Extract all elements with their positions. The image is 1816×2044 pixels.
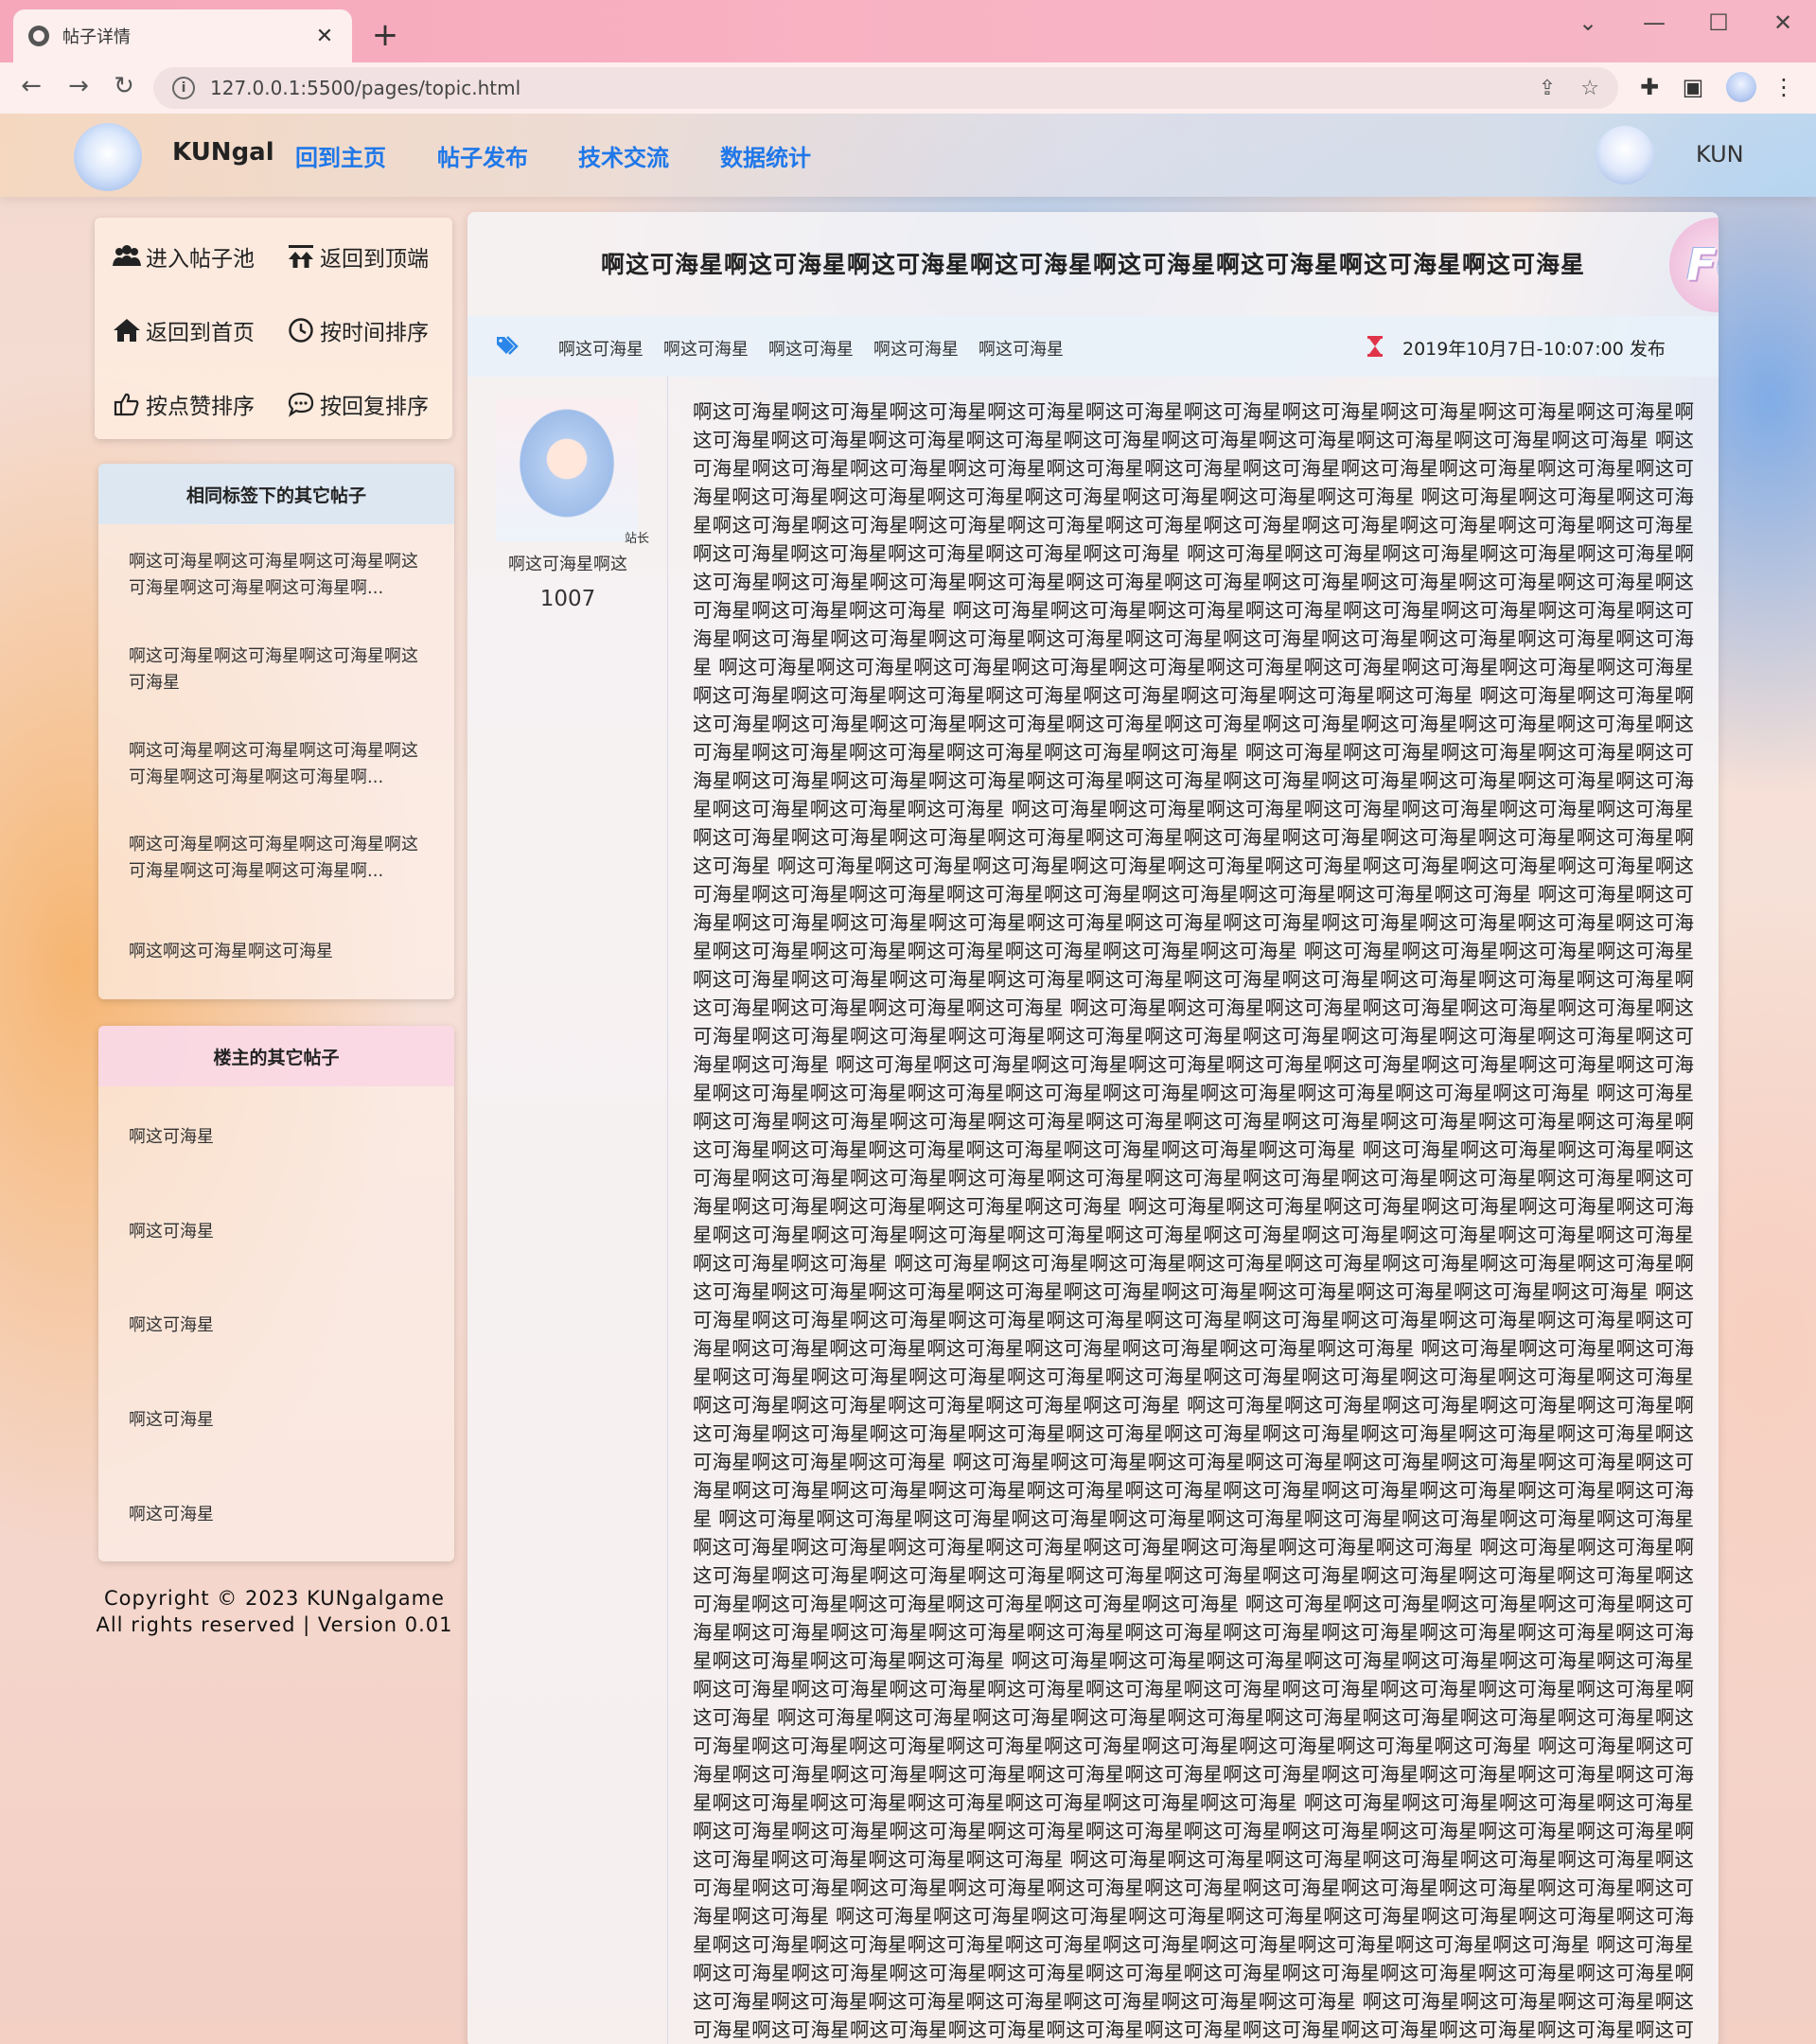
action-label: 按点赞排序 bbox=[146, 395, 255, 419]
back-to-top-button[interactable]: 返回到顶端 bbox=[286, 240, 429, 273]
globe-icon bbox=[28, 26, 49, 46]
list-item[interactable]: 啊这可海星啊这可海星啊这可海星啊这可海星 bbox=[129, 643, 432, 696]
post-meta: 啊这可海星 啊这可海星 啊这可海星 啊这可海星 啊这可海星 2019年10月7日… bbox=[467, 316, 1719, 377]
nav-home[interactable]: 回到主页 bbox=[295, 139, 386, 172]
nav-tech[interactable]: 技术交流 bbox=[578, 139, 669, 172]
hourglass-icon bbox=[1366, 335, 1384, 358]
post-card: 啊这可海星啊这可海星啊这可海星啊这可海星啊这可海星啊这可海星啊这可海星啊这可海星… bbox=[467, 212, 1719, 2044]
copyright-line: Copyright © 2023 KUNgalgame bbox=[104, 1587, 445, 1610]
post-tag[interactable]: 啊这可海星 bbox=[663, 336, 749, 361]
sort-by-replies-button[interactable]: 按回复排序 bbox=[286, 388, 429, 420]
menu-icon[interactable]: ⋮ bbox=[1768, 74, 1800, 100]
nav-publish[interactable]: 帖子发布 bbox=[437, 139, 528, 172]
sort-by-time-button[interactable]: 按时间排序 bbox=[286, 314, 429, 346]
post-content: 啊这可海星啊这可海星啊这可海星啊这可海星啊这可海星啊这可海星啊这可海星啊这可海星… bbox=[693, 400, 1694, 2041]
post-title: 啊这可海星啊这可海星啊这可海星啊这可海星啊这可海星啊这可海星啊这可海星啊这可海星 bbox=[600, 251, 1585, 278]
url-text: 127.0.0.1:5500/pages/topic.html bbox=[210, 77, 521, 99]
site-brand[interactable]: KUNgal bbox=[172, 138, 274, 167]
author-count: 1007 bbox=[539, 587, 596, 611]
list-item[interactable]: 啊这可海星啊这可海星啊这可海星啊这可海星啊这可海星啊这可海星啊... bbox=[129, 549, 432, 602]
list-item[interactable]: 啊这可海星 bbox=[129, 1502, 432, 1528]
author-name[interactable]: 啊这可海星啊这 bbox=[467, 551, 668, 575]
address-bar[interactable]: i 127.0.0.1:5500/pages/topic.html ⇪ ☆ bbox=[153, 67, 1618, 109]
browser-tab[interactable]: 帖子详情 ✕ bbox=[13, 9, 352, 62]
tab-search-icon[interactable]: ⌄ bbox=[1569, 9, 1607, 36]
sort-by-likes-button[interactable]: 按点赞排序 bbox=[112, 388, 255, 420]
copyright: Copyright © 2023 KUNgalgame All rights r… bbox=[95, 1585, 454, 1638]
close-window-button[interactable]: ✕ bbox=[1764, 9, 1802, 36]
floor-badge: F0 bbox=[1669, 218, 1719, 312]
author-role: 站长 bbox=[625, 532, 650, 546]
action-label: 返回到顶端 bbox=[320, 247, 429, 272]
tab-bar: 帖子详情 ✕ + ⌄ — ☐ ✕ bbox=[0, 0, 1816, 62]
tab-title: 帖子详情 bbox=[62, 27, 131, 47]
list-item[interactable]: 啊这啊这可海星啊这可海星 bbox=[129, 939, 432, 967]
reload-button[interactable]: ↻ bbox=[108, 72, 140, 100]
list-item[interactable]: 啊这可海星 bbox=[129, 1407, 432, 1434]
minimize-button[interactable]: — bbox=[1635, 9, 1673, 36]
new-tab-button[interactable]: + bbox=[369, 17, 401, 53]
clock-icon bbox=[286, 317, 316, 344]
back-button[interactable]: ← bbox=[15, 72, 47, 100]
panel-title: 相同标签下的其它帖子 bbox=[98, 464, 454, 524]
users-icon bbox=[112, 243, 142, 270]
post-tag[interactable]: 啊这可海星 bbox=[979, 336, 1064, 361]
post-time: 2019年10月7日-10:07:00 发布 bbox=[1402, 339, 1666, 360]
action-label: 进入帖子池 bbox=[146, 247, 255, 272]
back-to-home-button[interactable]: 返回到首页 bbox=[112, 314, 255, 346]
close-tab-icon[interactable]: ✕ bbox=[312, 25, 337, 48]
bookmark-star-icon[interactable]: ☆ bbox=[1580, 77, 1599, 100]
home-icon bbox=[112, 317, 142, 344]
owner-posts-panel: 楼主的其它帖子 啊这可海星 啊这可海星 啊这可海星 啊这可海星 啊这可海星 bbox=[98, 1026, 454, 1561]
comment-icon bbox=[286, 391, 316, 417]
arrow-to-top-icon bbox=[286, 243, 316, 270]
user-name[interactable]: KUN bbox=[1696, 141, 1744, 167]
share-icon[interactable]: ⇪ bbox=[1539, 77, 1556, 100]
panel-title: 楼主的其它帖子 bbox=[98, 1026, 454, 1086]
list-item[interactable]: 啊这可海星 bbox=[129, 1124, 432, 1151]
tags-icon bbox=[496, 335, 520, 356]
forward-button[interactable]: → bbox=[62, 72, 95, 100]
site-logo[interactable] bbox=[74, 123, 142, 191]
page: KUNgal 回到主页 帖子发布 技术交流 数据统计 KUN 进入帖子池 返回到… bbox=[0, 114, 1816, 2044]
thumbs-up-icon bbox=[112, 391, 142, 417]
maximize-button[interactable]: ☐ bbox=[1700, 9, 1737, 36]
copyright-line: All rights reserved | Version 0.01 bbox=[96, 1613, 453, 1636]
extensions-icon[interactable]: ✚ bbox=[1633, 74, 1666, 100]
user-avatar[interactable] bbox=[1596, 126, 1654, 185]
list-item[interactable]: 啊这可海星啊这可海星啊这可海星啊这可海星啊这可海星啊这可海星啊... bbox=[129, 832, 432, 885]
profile-avatar[interactable] bbox=[1726, 72, 1756, 102]
list-item[interactable]: 啊这可海星 bbox=[129, 1219, 432, 1245]
nav-stats[interactable]: 数据统计 bbox=[720, 139, 811, 172]
action-label: 返回到首页 bbox=[146, 321, 255, 345]
list-item[interactable]: 啊这可海星啊这可海星啊这可海星啊这可海星啊这可海星啊这可海星啊... bbox=[129, 738, 432, 791]
same-tag-posts-panel: 相同标签下的其它帖子 啊这可海星啊这可海星啊这可海星啊这可海星啊这可海星啊这可海… bbox=[98, 464, 454, 999]
side-panel-icon[interactable]: ▣ bbox=[1677, 74, 1709, 100]
post-tag[interactable]: 啊这可海星 bbox=[768, 336, 854, 361]
browser-toolbar: ← → ↻ i 127.0.0.1:5500/pages/topic.html … bbox=[0, 62, 1816, 114]
author-info: 站长 啊这可海星啊这 1007 bbox=[467, 377, 668, 2044]
post-tag[interactable]: 啊这可海星 bbox=[558, 336, 644, 361]
browser-chrome: 帖子详情 ✕ + ⌄ — ☐ ✕ ← → ↻ i 127.0.0.1:5500/… bbox=[0, 0, 1816, 114]
site-header: KUNgal 回到主页 帖子发布 技术交流 数据统计 KUN bbox=[0, 114, 1816, 197]
info-icon[interactable]: i bbox=[172, 77, 195, 99]
enter-post-pool-button[interactable]: 进入帖子池 bbox=[112, 240, 255, 273]
list-item[interactable]: 啊这可海星 bbox=[129, 1313, 432, 1339]
action-label: 按回复排序 bbox=[320, 395, 429, 419]
action-panel: 进入帖子池 返回到顶端 返回到首页 按时间排序 按点赞排序 按回复排序 bbox=[95, 218, 452, 439]
author-avatar[interactable] bbox=[496, 399, 638, 541]
post-tag[interactable]: 啊这可海星 bbox=[873, 336, 959, 361]
action-label: 按时间排序 bbox=[320, 321, 429, 345]
